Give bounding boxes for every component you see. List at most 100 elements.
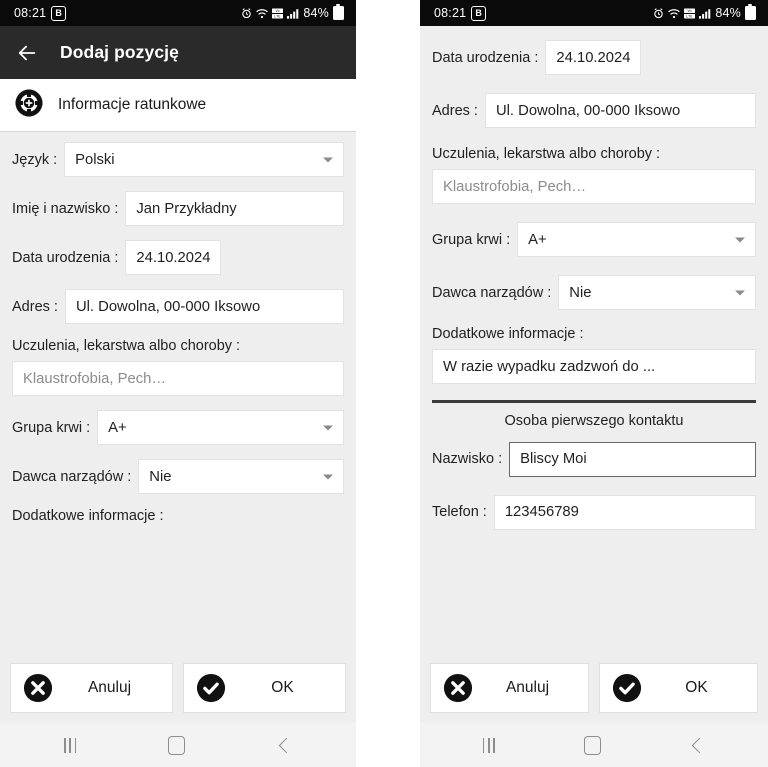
- bloodtype-value: A+: [108, 419, 127, 436]
- chevron-down-icon: [323, 474, 333, 479]
- nav-back-icon[interactable]: [278, 737, 295, 753]
- address-label: Adres :: [12, 298, 58, 315]
- battery-icon: [333, 4, 344, 20]
- status-bar-right: Vo LTE 84%: [241, 4, 344, 20]
- emergency-form-right: Data urodzenia : 24.10.2024 Adres : Ul. …: [420, 26, 768, 655]
- phone-label: Telefon :: [432, 504, 487, 520]
- address-input[interactable]: Ul. Dowolna, 00-000 Iksowo: [484, 93, 756, 128]
- extrainfo-input[interactable]: W razie wypadku zadzwoń do ...: [432, 349, 756, 384]
- cancel-button-label: Anuluj: [505, 679, 550, 696]
- organdonor-value: Nie: [569, 284, 592, 301]
- home-icon[interactable]: [168, 735, 186, 755]
- status-clock: 08:21: [14, 6, 47, 20]
- signal-icon: [699, 8, 711, 19]
- status-bar: 08:21 B Vo LTE 84%: [0, 0, 356, 26]
- button-bar-left: Anuluj OK: [0, 655, 356, 723]
- allergies-label: Uczulenia, lekarstwa albo choroby :: [432, 146, 661, 162]
- chevron-down-icon: [323, 157, 333, 162]
- bloodtype-select[interactable]: A+: [97, 410, 344, 445]
- chevron-down-icon: [735, 290, 745, 295]
- cancel-button[interactable]: Anuluj: [430, 663, 589, 713]
- field-row-birthdate: Data urodzenia : 24.10.2024: [432, 40, 756, 75]
- organdonor-label: Dawca narządów :: [12, 468, 132, 485]
- dual-screenshot-container: 08:21 B Vo LTE 84% Dodaj pozycję Informa…: [0, 0, 768, 767]
- recent-apps-icon[interactable]: [482, 737, 495, 753]
- organdonor-select[interactable]: Nie: [138, 459, 344, 494]
- field-row-bloodtype: Grupa krwi : A+: [12, 410, 344, 445]
- section-header: Informacje ratunkowe: [0, 79, 356, 132]
- cancel-button[interactable]: Anuluj: [10, 663, 173, 713]
- field-row-extrainfo: Dodatkowe informacje : W razie wypadku z…: [432, 326, 756, 384]
- allergies-input[interactable]: Klaustrofobia, Pech…: [12, 361, 344, 396]
- bloodtype-label: Grupa krwi :: [12, 419, 91, 436]
- extrainfo-label: Dodatkowe informacje :: [432, 326, 584, 342]
- alarm-icon: [653, 7, 664, 19]
- field-row-fullname: Imię i nazwisko : Jan Przykładny: [12, 191, 344, 226]
- recent-apps-icon[interactable]: [63, 737, 77, 753]
- app-bar: Dodaj pozycję: [0, 26, 356, 79]
- field-row-birthdate: Data urodzenia : 24.10.2024: [12, 240, 344, 275]
- panel-gap: [356, 0, 420, 767]
- ok-button[interactable]: OK: [183, 663, 346, 713]
- bixby-badge-icon: B: [471, 5, 487, 21]
- section-title: Informacje ratunkowe: [58, 96, 207, 113]
- circle-x-icon: [443, 673, 473, 703]
- phone-screen-right: 08:21 B Vo LTE 84% Data urodzenia: 24.1…: [420, 0, 768, 767]
- system-nav-bar: [420, 723, 768, 767]
- bloodtype-label: Grupa krwi :: [432, 231, 511, 248]
- field-row-bloodtype: Grupa krwi : A+: [432, 222, 756, 257]
- emergency-form-left: Język : Polski Imię i nazwisko : Jan Prz…: [0, 132, 356, 655]
- chevron-down-icon: [323, 425, 333, 430]
- status-bar-left: 08:21 B: [434, 5, 487, 21]
- organdonor-label: Dawca narządów :: [432, 284, 552, 301]
- field-row-lastname: Nazwisko : Bliscy Moi: [432, 441, 756, 477]
- home-icon[interactable]: [584, 735, 602, 755]
- signal-icon: [287, 8, 299, 19]
- field-row-allergies: Uczulenia, lekarstwa albo choroby : Klau…: [432, 146, 756, 204]
- svg-text:LTE: LTE: [687, 14, 694, 18]
- lastname-input[interactable]: Bliscy Moi: [509, 441, 756, 477]
- organdonor-select[interactable]: Nie: [558, 275, 756, 310]
- status-bar-left: 08:21 B: [14, 5, 67, 21]
- section-divider: [432, 400, 756, 403]
- battery-icon: [745, 4, 756, 20]
- address-input[interactable]: Ul. Dowolna, 00-000 Iksowo: [64, 289, 344, 324]
- back-arrow-icon[interactable]: [16, 42, 38, 64]
- extrainfo-label: Dodatkowe informacje :: [12, 508, 164, 524]
- wifi-icon: [668, 8, 680, 19]
- system-nav-bar: [0, 723, 356, 767]
- chevron-down-icon: [735, 237, 745, 242]
- fullname-label: Imię i nazwisko :: [12, 200, 119, 217]
- battery-percent: 84%: [715, 6, 741, 20]
- field-row-phone: Telefon : 123456789: [432, 494, 756, 530]
- circle-check-icon: [196, 673, 226, 703]
- fullname-input[interactable]: Jan Przykładny: [125, 191, 344, 226]
- circle-x-icon: [23, 673, 53, 703]
- volte-icon: Vo LTE: [684, 8, 696, 19]
- battery-percent: 84%: [303, 6, 329, 20]
- field-row-language: Język : Polski: [12, 142, 344, 177]
- language-value: Polski: [75, 151, 115, 168]
- status-clock: 08:21: [434, 6, 467, 20]
- field-row-organdonor: Dawca narządów : Nie: [432, 275, 756, 310]
- allergies-label: Uczulenia, lekarstwa albo choroby :: [12, 338, 241, 354]
- language-select[interactable]: Polski: [64, 142, 344, 177]
- page-title: Dodaj pozycję: [60, 42, 179, 62]
- birthdate-input[interactable]: 24.10.2024: [125, 240, 222, 275]
- field-row-allergies: Uczulenia, lekarstwa albo choroby : Klau…: [12, 338, 344, 396]
- svg-text:Vo: Vo: [276, 9, 280, 13]
- lastname-label: Nazwisko :: [432, 451, 503, 467]
- ok-button[interactable]: OK: [599, 663, 758, 713]
- ok-button-label: OK: [685, 679, 708, 696]
- field-row-organdonor: Dawca narządów : Nie: [12, 459, 344, 494]
- phone-input[interactable]: 123456789: [493, 494, 756, 530]
- language-label: Język :: [12, 151, 58, 168]
- nav-back-icon[interactable]: [692, 737, 708, 753]
- phone-screen-left: 08:21 B Vo LTE 84% Dodaj pozycję Informa…: [0, 0, 356, 767]
- organdonor-value: Nie: [149, 468, 172, 485]
- button-bar-right: Anuluj OK: [420, 655, 768, 723]
- allergies-input[interactable]: Klaustrofobia, Pech…: [432, 169, 756, 204]
- alarm-icon: [241, 7, 252, 19]
- bloodtype-select[interactable]: A+: [517, 222, 756, 257]
- birthdate-input[interactable]: 24.10.2024: [545, 40, 642, 75]
